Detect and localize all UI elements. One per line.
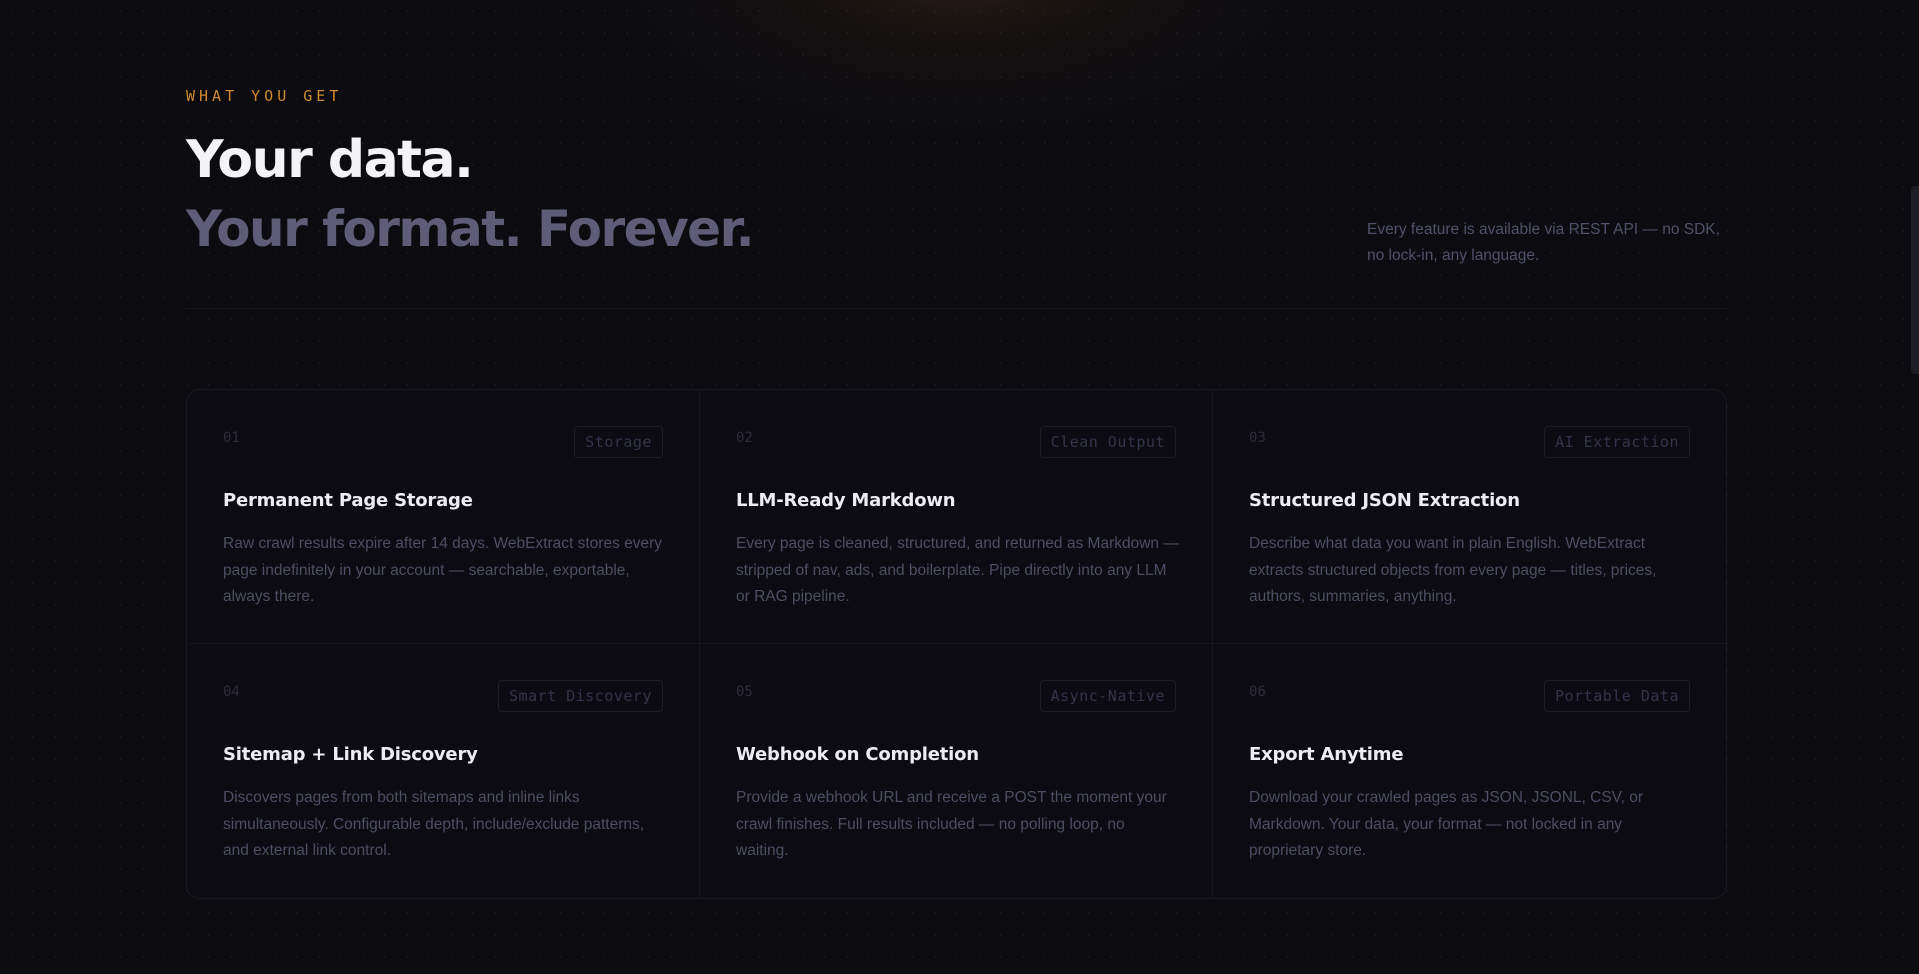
feature-title: LLM-Ready Markdown [736,490,956,511]
feature-card-sitemap-link-discovery: 04 Smart Discovery Sitemap + Link Discov… [187,644,700,898]
feature-title: Structured JSON Extraction [1249,490,1520,511]
feature-description: Download your crawled pages as JSON, JSO… [1249,789,1643,859]
feature-number: 01 [223,430,240,446]
feature-tag: Portable Data [1544,680,1690,712]
feature-title: Permanent Page Storage [223,490,473,511]
page-scrollbar[interactable] [1911,0,1919,974]
feature-number: 06 [1249,684,1266,700]
feature-title: Webhook on Completion [736,744,979,765]
feature-card-structured-json-extraction: 03 AI Extraction Structured JSON Extract… [1213,390,1726,644]
feature-description: Discovers pages from both sitemaps and i… [223,789,645,859]
feature-tag: Smart Discovery [498,680,663,712]
feature-title: Export Anytime [1249,744,1404,765]
feature-number: 04 [223,684,240,700]
feature-description: Describe what data you want in plain Eng… [1249,535,1657,605]
section-divider [186,308,1726,309]
feature-description: Raw crawl results expire after 14 days. … [223,535,663,605]
features-section: WHAT YOU GET Your data. Your format. For… [186,0,1727,974]
feature-card-permanent-page-storage: 01 Storage Permanent Page Storage Raw cr… [187,390,700,644]
feature-card-export-anytime: 06 Portable Data Export Anytime Download… [1213,644,1726,898]
scrollbar-thumb[interactable] [1911,186,1919,374]
section-headline: Your data. [186,130,474,190]
feature-tag: Async-Native [1039,680,1176,712]
api-availability-note: Every feature is available via REST API … [1367,221,1720,264]
feature-number: 02 [736,430,753,446]
feature-title: Sitemap + Link Discovery [223,744,478,765]
feature-tag: Clean Output [1039,426,1176,458]
feature-tag: Storage [574,426,663,458]
section-eyebrow: WHAT YOU GET [186,87,343,105]
feature-number: 05 [736,684,753,700]
feature-card-llm-ready-markdown: 02 Clean Output LLM-Ready Markdown Every… [700,390,1213,644]
feature-description: Every page is cleaned, structured, and r… [736,535,1179,605]
feature-description: Provide a webhook URL and receive a POST… [736,789,1167,859]
feature-tag: AI Extraction [1544,426,1690,458]
section-subheadline: Your format. Forever. [186,200,755,258]
feature-card-webhook-on-completion: 05 Async-Native Webhook on Completion Pr… [700,644,1213,898]
feature-grid: 01 Storage Permanent Page Storage Raw cr… [186,389,1727,899]
feature-number: 03 [1249,430,1266,446]
